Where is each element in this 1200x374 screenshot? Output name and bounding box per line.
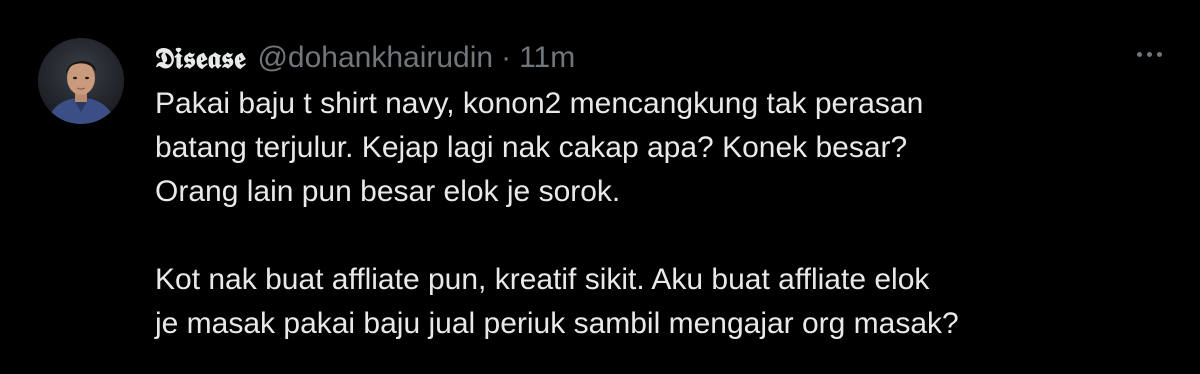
avatar-image xyxy=(38,38,124,124)
user-handle[interactable]: @dohankhairudin xyxy=(257,41,493,75)
display-name[interactable]: 𝕯𝖎𝖘𝖊𝖆𝖘𝖊 xyxy=(155,41,245,76)
tweet-text-line: Kot nak buat affliate pun, kreatif sikit… xyxy=(155,263,930,296)
tweet-text-line: Pakai baju t shirt navy, konon2 mencangk… xyxy=(155,87,924,120)
tweet-text-line: Orang lain pun besar elok je sorok. xyxy=(155,175,621,208)
avatar[interactable] xyxy=(38,38,124,124)
tweet-text: Pakai baju t shirt navy, konon2 mencangk… xyxy=(155,82,1175,346)
tweet-text-line: batang terjulur. Kejap lagi nak cakap ap… xyxy=(155,131,908,164)
tweet-text-line: je masak pakai baju jual periuk sambil m… xyxy=(155,307,959,340)
paragraph-break xyxy=(155,214,1175,258)
tweet-header: 𝕯𝖎𝖘𝖊𝖆𝖘𝖊 @dohankhairudin · 11m xyxy=(155,38,575,78)
tweet[interactable]: 𝕯𝖎𝖘𝖊𝖆𝖘𝖊 @dohankhairudin · 11m Pakai baju… xyxy=(0,0,1200,374)
more-horizontal-icon[interactable] xyxy=(1125,40,1173,68)
separator-dot: · xyxy=(501,41,512,74)
timestamp[interactable]: 11m xyxy=(519,41,575,75)
